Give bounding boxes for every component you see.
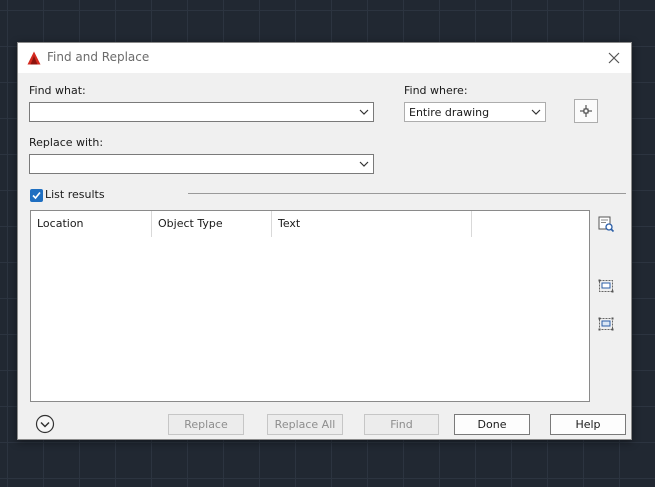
find-where-value: Entire drawing (409, 106, 490, 119)
replace-with-label: Replace with: (29, 136, 104, 149)
find-what-label: Find what: (29, 84, 86, 97)
replace-with-combobox[interactable] (29, 154, 374, 174)
chevron-down-icon (359, 161, 369, 167)
find-what-combobox[interactable] (29, 102, 374, 122)
close-button[interactable] (603, 47, 625, 69)
select-objects-button[interactable] (574, 99, 598, 123)
column-header-object-type[interactable]: Object Type (152, 211, 272, 237)
list-results-checkbox[interactable] (30, 189, 43, 202)
list-results-label[interactable]: List results (45, 188, 105, 201)
column-header-text[interactable]: Text (272, 211, 472, 237)
section-divider (188, 193, 626, 194)
help-button[interactable]: Help (550, 414, 626, 435)
create-selection-set-all-button[interactable] (596, 314, 616, 334)
select-objects-icon (580, 105, 592, 117)
more-options-button[interactable] (35, 414, 55, 434)
create-selection-set-all-icon (598, 317, 614, 331)
find-where-select[interactable]: Entire drawing (404, 102, 546, 122)
done-button[interactable]: Done (454, 414, 530, 435)
title-bar: Find and Replace (18, 43, 631, 73)
close-icon (608, 52, 620, 64)
find-where-label: Find where: (404, 84, 468, 97)
results-table[interactable]: Location Object Type Text (30, 210, 590, 402)
replace-all-button[interactable]: Replace All (267, 414, 343, 435)
create-selection-set-highlighted-icon (598, 279, 614, 293)
column-header-empty (472, 211, 589, 237)
chevron-down-icon (531, 109, 541, 115)
column-header-location[interactable]: Location (31, 211, 152, 237)
autocad-logo-icon (27, 51, 41, 65)
chevron-down-icon (35, 414, 55, 434)
zoom-to-highlighted-button[interactable] (596, 214, 616, 234)
dialog-title: Find and Replace (47, 50, 150, 64)
find-button[interactable]: Find (364, 414, 439, 435)
create-selection-set-highlighted-button[interactable] (596, 276, 616, 296)
find-and-replace-dialog: Find and Replace Find what: Find where: … (17, 42, 632, 440)
zoom-to-highlighted-icon (598, 216, 615, 233)
checkmark-icon (32, 191, 41, 200)
replace-button[interactable]: Replace (168, 414, 244, 435)
chevron-down-icon (359, 109, 369, 115)
